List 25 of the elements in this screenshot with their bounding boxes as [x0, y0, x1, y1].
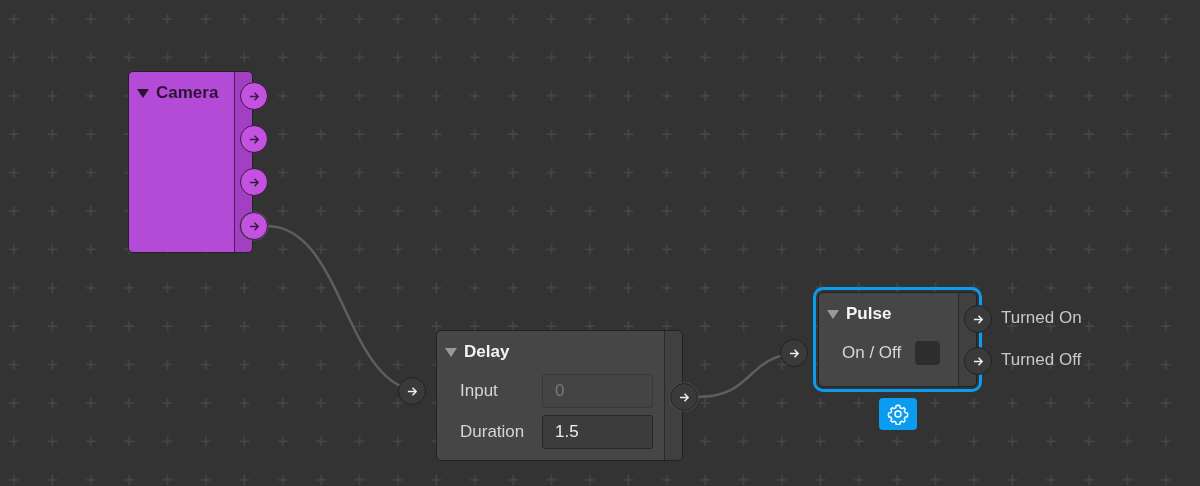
node-title: Pulse	[846, 304, 892, 324]
settings-icon	[886, 403, 909, 425]
output-label: Turned Off	[1001, 350, 1082, 370]
arrow-icon	[788, 347, 800, 359]
arrow-icon	[248, 176, 260, 188]
node-title: Camera	[156, 83, 219, 103]
input-field[interactable]: 1.5	[542, 415, 653, 449]
node-title: Delay	[464, 342, 510, 362]
field-label: Duration	[460, 422, 526, 442]
arrow-icon	[406, 385, 418, 397]
field-label: Input	[460, 381, 499, 401]
arrow-icon	[972, 355, 984, 367]
field-label: On / Off	[842, 343, 903, 363]
settings-button[interactable]	[878, 398, 917, 430]
arrow-icon	[248, 220, 260, 232]
output-label: Turned On	[1001, 308, 1082, 328]
collapse-triangle-icon[interactable]	[445, 347, 457, 357]
collapse-triangle-icon[interactable]	[827, 309, 839, 319]
arrow-icon	[678, 391, 690, 403]
arrow-icon	[972, 313, 984, 325]
arrow-icon	[248, 133, 260, 145]
checkbox[interactable]	[915, 341, 940, 365]
collapse-triangle-icon[interactable]	[137, 88, 149, 98]
arrow-icon	[248, 90, 260, 102]
node-card[interactable]	[128, 71, 253, 253]
